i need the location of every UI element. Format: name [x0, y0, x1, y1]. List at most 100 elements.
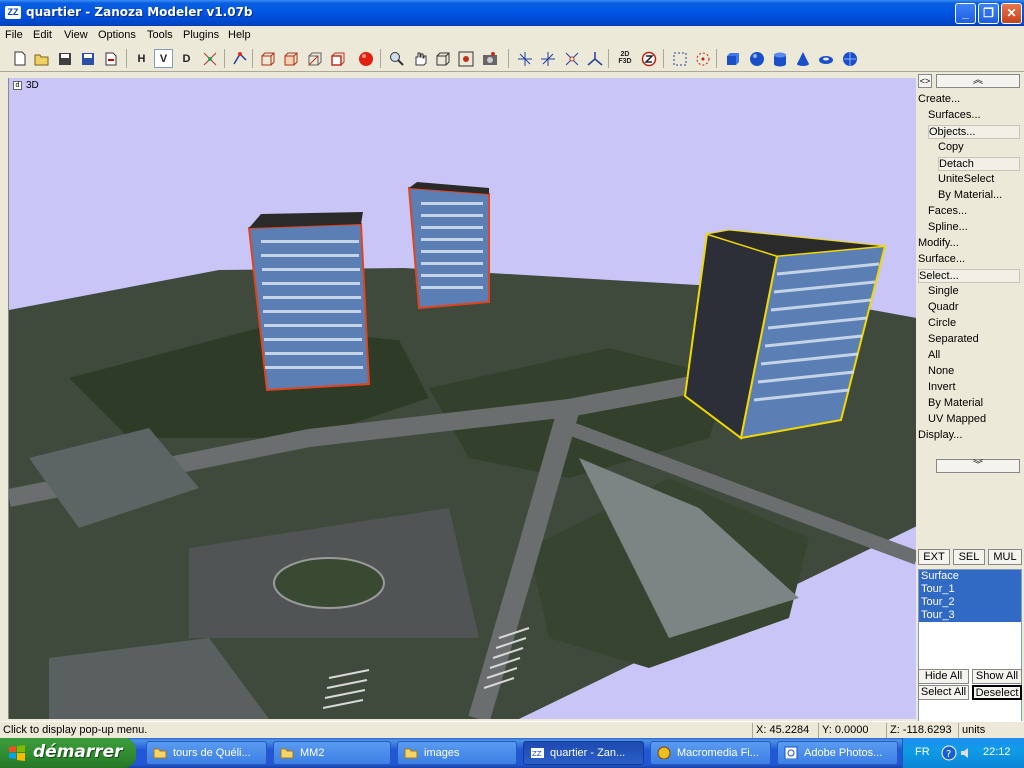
menu-tools[interactable]: Tools	[147, 29, 173, 41]
box-solid-icon[interactable]	[281, 49, 300, 68]
rotate-tool-icon[interactable]	[562, 49, 581, 68]
status-z: Z: -118.6293	[886, 723, 958, 738]
command-select[interactable]: Select...	[918, 269, 1020, 283]
menu-help[interactable]: Help	[228, 29, 251, 41]
command-surfaces[interactable]: Surfaces...	[928, 109, 981, 121]
save-icon[interactable]	[55, 49, 74, 68]
object-list[interactable]: Surface Tour_1 Tour_2 Tour_3	[918, 569, 1022, 739]
deselect-button[interactable]: Deselect	[972, 685, 1022, 700]
new-file-icon[interactable]	[10, 49, 29, 68]
vertical-view-button[interactable]: V	[154, 49, 173, 68]
menu-file[interactable]: File	[5, 29, 23, 41]
select-rect-icon[interactable]	[670, 49, 689, 68]
object-list-item[interactable]: Tour_3	[919, 609, 1021, 622]
zoom-icon[interactable]	[387, 49, 406, 68]
help-icon[interactable]: ?	[941, 745, 957, 761]
mul-mode-button[interactable]: MUL	[988, 549, 1022, 565]
create-sphere-icon[interactable]	[747, 49, 766, 68]
command-copy[interactable]: Copy	[938, 141, 964, 153]
command-surface[interactable]: Surface...	[918, 253, 965, 265]
taskbar-button[interactable]: Adobe Photos...	[777, 741, 898, 765]
axis-tool-icon[interactable]	[585, 49, 604, 68]
vertex-tool-icon[interactable]	[230, 49, 249, 68]
scene-render[interactable]	[9, 78, 916, 719]
command-by-material[interactable]: By Material	[928, 397, 983, 409]
tower-tour-1[interactable]	[247, 212, 371, 392]
start-button[interactable]: démarrer	[0, 738, 136, 768]
create-cylinder-icon[interactable]	[770, 49, 789, 68]
box-hidden-icon[interactable]	[305, 49, 324, 68]
taskbar-button[interactable]: ZZ quartier - Zan...	[523, 741, 644, 765]
move-tool-icon[interactable]	[515, 49, 534, 68]
material-sphere-icon[interactable]	[356, 49, 375, 68]
horizontal-view-button[interactable]: H	[132, 49, 151, 68]
show-all-button[interactable]: Show All	[972, 669, 1022, 684]
box-texture-icon[interactable]	[328, 49, 347, 68]
title-bar[interactable]: ZZ quartier - Zanoza Modeler v1.07b _ ❐ …	[0, 0, 1024, 26]
pan-hand-icon[interactable]	[410, 49, 429, 68]
viewport-menu-icon[interactable]: d	[13, 81, 22, 90]
restore-button[interactable]: ❐	[978, 3, 999, 24]
close-button[interactable]: ✕	[1001, 3, 1022, 24]
object-list-item[interactable]: Tour_2	[919, 596, 1021, 609]
no-z-icon[interactable]	[639, 49, 658, 68]
create-torus-icon[interactable]	[816, 49, 835, 68]
menu-options[interactable]: Options	[98, 29, 136, 41]
panel-collapse-button[interactable]: <>	[918, 74, 932, 88]
ext-mode-button[interactable]: EXT	[918, 549, 950, 565]
command-modify[interactable]: Modify...	[918, 237, 959, 249]
scroll-up-button[interactable]: ︽	[936, 74, 1020, 88]
rotate-cube-icon[interactable]	[433, 49, 452, 68]
toolbar-separator	[224, 49, 225, 68]
camera-icon[interactable]	[480, 49, 499, 68]
command-invert[interactable]: Invert	[928, 381, 956, 393]
command-circle[interactable]: Circle	[928, 317, 956, 329]
command-single[interactable]: Single	[928, 285, 959, 297]
select-all-button[interactable]: Select All	[918, 685, 969, 700]
language-indicator[interactable]: FR	[915, 746, 930, 758]
command-faces[interactable]: Faces...	[928, 205, 967, 217]
create-geosphere-icon[interactable]	[840, 49, 859, 68]
menu-plugins[interactable]: Plugins	[183, 29, 219, 41]
zoom-region-icon[interactable]	[456, 49, 475, 68]
volume-icon[interactable]	[959, 745, 975, 761]
command-uniteselect[interactable]: UniteSelect	[938, 173, 994, 185]
taskbar-button[interactable]: tours de Quéli...	[146, 741, 267, 765]
toggle-2d-3d-button[interactable]: 2D F3D	[614, 49, 636, 68]
scale-tool-icon[interactable]	[538, 49, 557, 68]
command-spline[interactable]: Spline...	[928, 221, 968, 233]
command-create[interactable]: Create...	[918, 93, 960, 105]
menu-edit[interactable]: Edit	[33, 29, 52, 41]
object-list-item[interactable]: Surface	[919, 570, 1021, 583]
object-list-item[interactable]: Tour_1	[919, 583, 1021, 596]
export-icon[interactable]	[101, 49, 120, 68]
select-circle-icon[interactable]	[693, 49, 712, 68]
open-folder-icon[interactable]	[32, 49, 51, 68]
depth-view-button[interactable]: D	[177, 49, 196, 68]
taskbar-button[interactable]: MM2	[273, 741, 391, 765]
clock[interactable]: 22:12	[983, 746, 1011, 758]
save-as-icon[interactable]	[78, 49, 97, 68]
tower-tour-2[interactable]	[407, 182, 490, 310]
scroll-down-button[interactable]: ︾	[936, 459, 1020, 473]
taskbar-button[interactable]: Macromedia Fi...	[650, 741, 771, 765]
command-quadr[interactable]: Quadr	[928, 301, 959, 313]
command-objects[interactable]: Objects...	[928, 125, 1020, 139]
minimize-button[interactable]: _	[955, 3, 976, 24]
menu-view[interactable]: View	[64, 29, 88, 41]
create-box-icon[interactable]	[723, 49, 742, 68]
command-by-material[interactable]: By Material...	[938, 189, 1002, 201]
command-separated[interactable]: Separated	[928, 333, 979, 345]
command-uv-mapped[interactable]: UV Mapped	[928, 413, 986, 425]
axis-snap-icon[interactable]	[200, 49, 219, 68]
command-all[interactable]: All	[928, 349, 940, 361]
command-display[interactable]: Display...	[918, 429, 962, 441]
sel-mode-button[interactable]: SEL	[953, 549, 985, 565]
command-detach[interactable]: Detach	[938, 157, 1020, 171]
box-wire-icon[interactable]	[258, 49, 277, 68]
create-cone-icon[interactable]	[793, 49, 812, 68]
taskbar-button[interactable]: images	[397, 741, 517, 765]
hide-all-button[interactable]: Hide All	[918, 669, 969, 684]
viewport-3d[interactable]: d 3D	[8, 78, 916, 719]
command-none[interactable]: None	[928, 365, 954, 377]
